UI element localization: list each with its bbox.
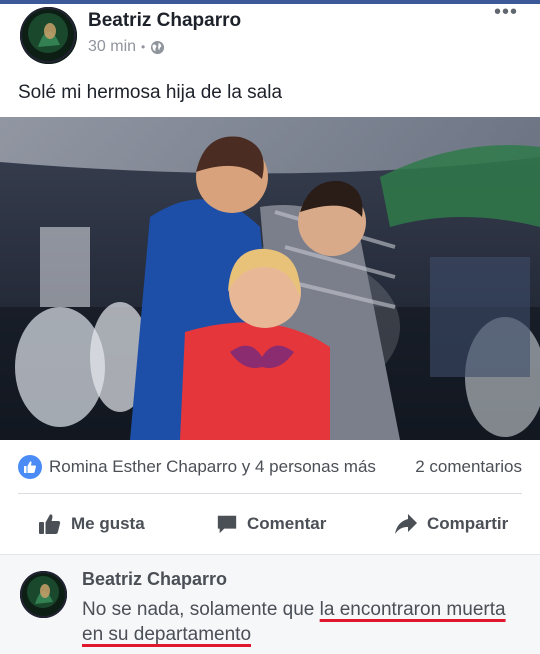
like-button[interactable]: Me gusta bbox=[38, 510, 145, 538]
like-badge-icon[interactable] bbox=[18, 455, 42, 479]
like-label: Me gusta bbox=[71, 514, 145, 533]
comments-count[interactable]: 2 comentarios bbox=[415, 457, 522, 477]
post-time[interactable]: 30 min bbox=[88, 38, 136, 56]
author-avatar[interactable] bbox=[20, 7, 77, 64]
meta-separator: • bbox=[141, 40, 146, 54]
share-label: Compartir bbox=[427, 514, 509, 533]
post-meta: 30 min • bbox=[88, 38, 165, 56]
comment-bubble-icon bbox=[216, 513, 238, 535]
more-options-icon[interactable]: ••• bbox=[492, 2, 520, 24]
comment-text: No se nada, solamente que la encontraron… bbox=[82, 597, 522, 647]
post-photo[interactable] bbox=[0, 117, 540, 440]
comment-text-plain: No se nada, solamente que bbox=[82, 599, 320, 620]
comment-section: Beatriz Chaparro No se nada, solamente q… bbox=[0, 554, 540, 654]
comment-label: Comentar bbox=[247, 514, 327, 533]
commenter-avatar[interactable] bbox=[20, 571, 67, 618]
action-bar: Me gusta Comentar Compartir bbox=[0, 500, 540, 548]
reaction-names[interactable]: Romina Esther Chaparro y 4 personas más bbox=[49, 457, 376, 477]
post-header: Beatriz Chaparro 30 min • ••• bbox=[0, 2, 540, 64]
post-author-name[interactable]: Beatriz Chaparro bbox=[88, 10, 241, 32]
share-button[interactable]: Compartir bbox=[394, 510, 508, 538]
globe-icon bbox=[150, 40, 165, 55]
post-text: Solé mi hermosa hija de la sala bbox=[18, 82, 283, 103]
comment-button[interactable]: Comentar bbox=[216, 510, 326, 538]
divider bbox=[18, 493, 522, 494]
share-arrow-icon bbox=[394, 513, 418, 535]
reactions-bar: Romina Esther Chaparro y 4 personas más … bbox=[0, 450, 540, 486]
comment-author-name[interactable]: Beatriz Chaparro bbox=[82, 569, 227, 590]
thumbs-up-icon bbox=[38, 512, 62, 536]
